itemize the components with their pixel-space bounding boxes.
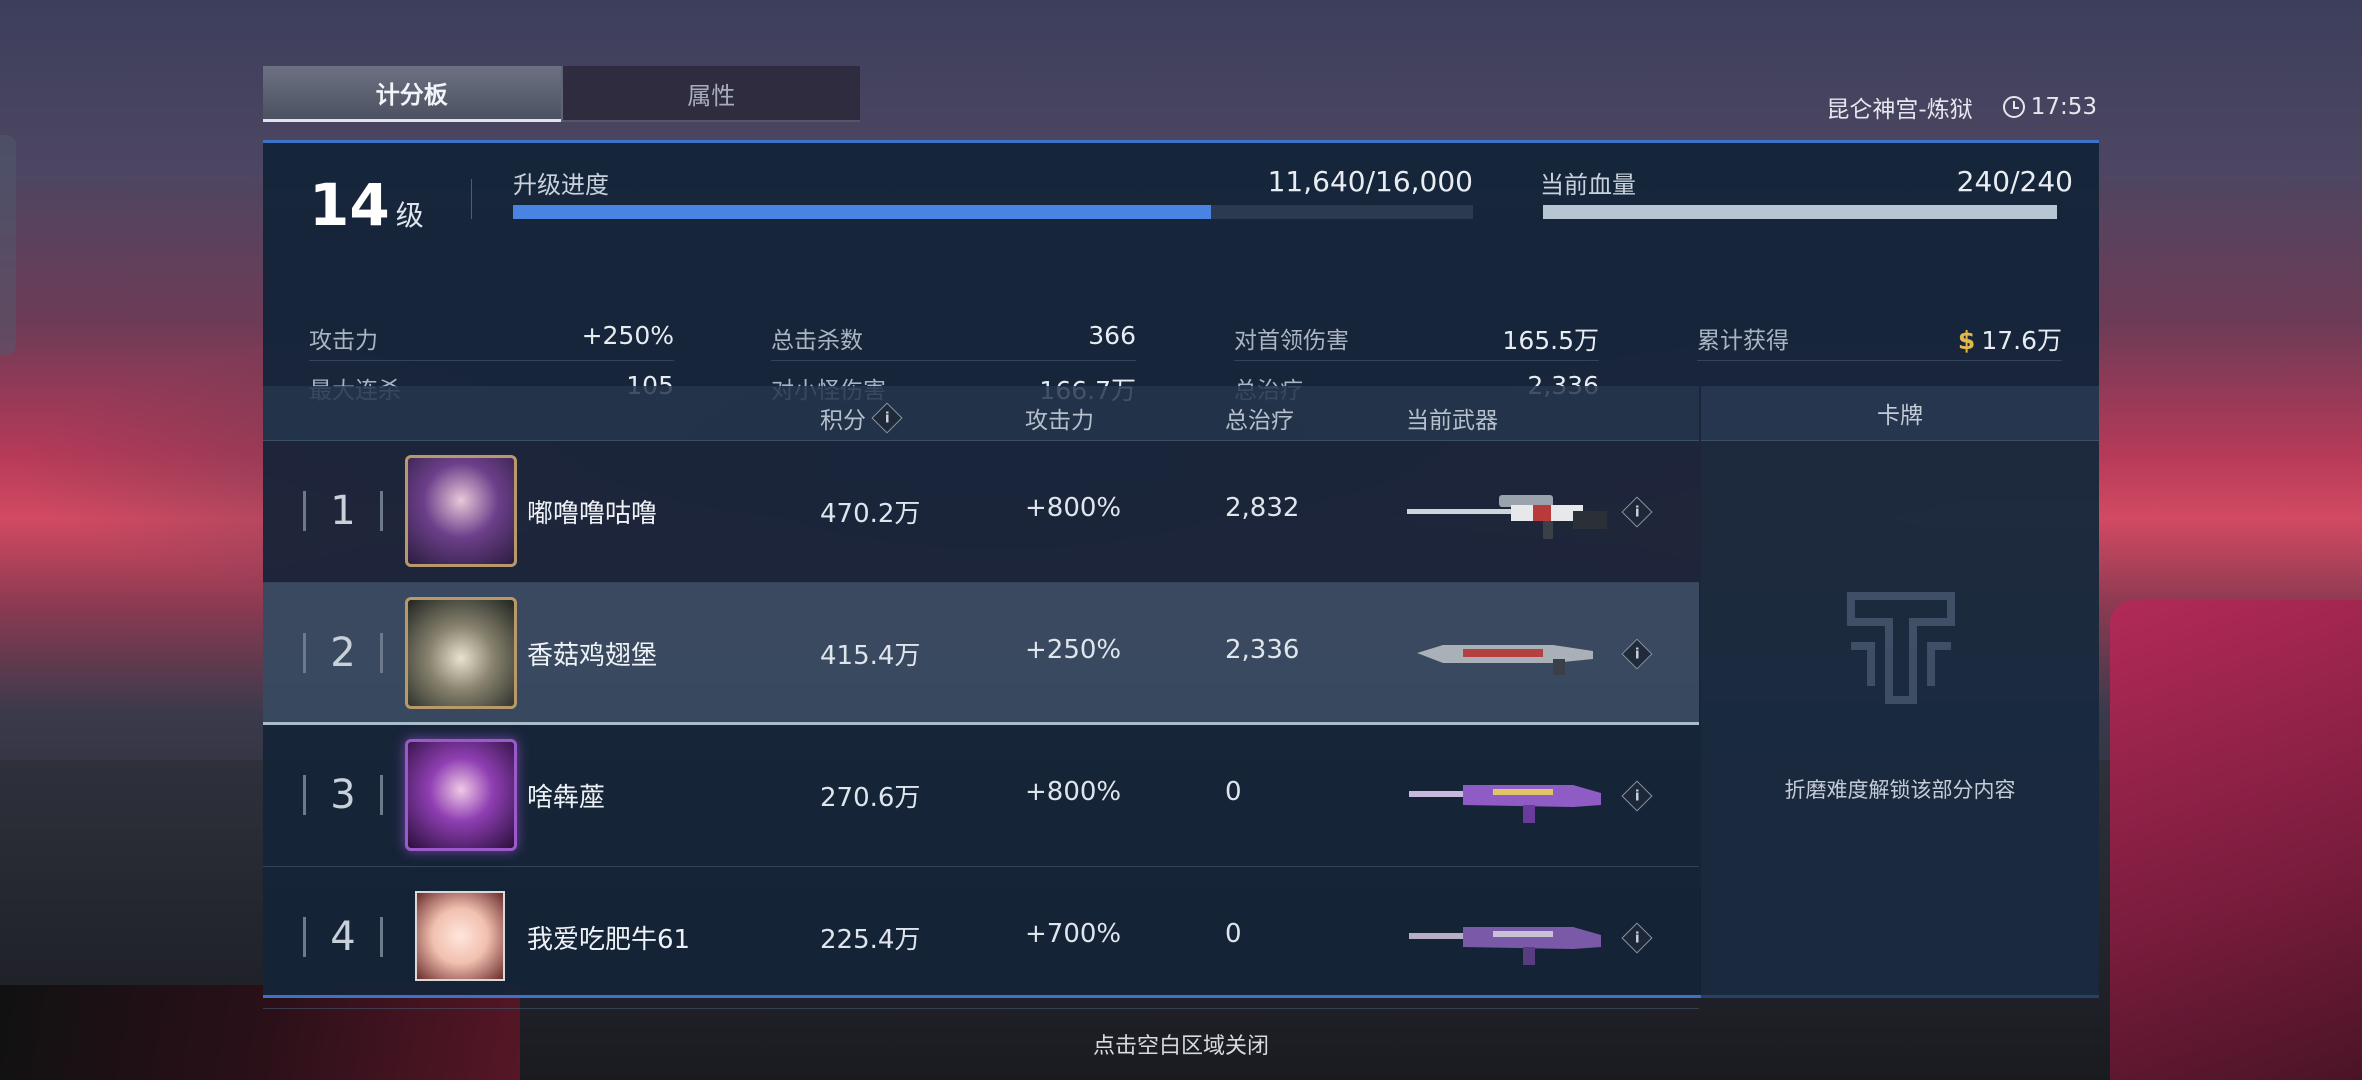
scoreboard-panel: 14 级 升级进度 11,640/16,000 当前血量 240/240 攻击力…	[263, 140, 2099, 1009]
header-attack: 攻击力	[1025, 408, 1094, 434]
table-row[interactable]: 4 我爱吃肥牛61 225.4万 +700% 0 i	[263, 867, 1699, 1009]
avatar[interactable]	[405, 597, 517, 709]
stat-value: +250%	[581, 321, 674, 350]
table-row[interactable]: 2 香菇鸡翅堡 415.4万 +250% 2,336 i	[263, 583, 1699, 725]
player-score: 415.4万	[820, 641, 921, 671]
table-header: 积分 i 攻击力 总治疗 当前武器	[263, 386, 1699, 441]
table-row[interactable]: 1 嘟噜噜咕噜 470.2万 +800% 2,832 i	[263, 441, 1699, 583]
stat-value: 366	[1088, 321, 1136, 350]
divider	[471, 179, 472, 219]
stat-label: 总击杀数	[771, 328, 863, 354]
tab-attributes[interactable]: 属性	[560, 66, 860, 122]
hp-value: 240/240	[1956, 165, 2073, 198]
info-icon[interactable]: i	[871, 402, 903, 434]
info-glyph: i	[1634, 646, 1640, 662]
rank-number: 1	[303, 471, 383, 551]
stat-label: 累计获得	[1697, 328, 1789, 354]
stat-boss-damage: 对首领伤害 165.5万	[1234, 311, 1599, 361]
hp-bar	[1543, 205, 2057, 219]
hp-label: 当前血量	[1540, 171, 1636, 199]
player-attack: +800%	[1025, 493, 1122, 523]
player-name: 嘟噜噜咕噜	[527, 499, 658, 529]
assault-rifle-icon	[1409, 785, 1601, 823]
avatar[interactable]	[405, 739, 517, 851]
progress-bar	[513, 205, 1473, 219]
player-healing: 2,832	[1225, 493, 1300, 523]
stat-attack: 攻击力 +250%	[309, 311, 674, 361]
player-attack: +800%	[1025, 777, 1122, 807]
player-name: 我爱吃肥牛61	[527, 925, 691, 955]
stat-label: 对首领伤害	[1234, 328, 1349, 354]
clock-icon	[2002, 96, 2025, 118]
close-hint[interactable]: 点击空白区域关闭	[0, 1028, 2362, 1060]
stat-total-kills: 总击杀数 366	[771, 311, 1136, 361]
table-row[interactable]: 3 啥犇蓙 270.6万 +800% 0 i	[263, 725, 1699, 867]
currency-icon: $	[1957, 326, 1976, 355]
cards-locked-message: 折磨难度解锁该部分内容	[1784, 778, 2016, 802]
personal-summary: 14 级 升级进度 11,640/16,000 当前血量 240/240 攻击力…	[263, 143, 2099, 405]
level-number: 14	[309, 171, 390, 239]
player-list: 1 嘟噜噜咕噜 470.2万 +800% 2,832 i 2 香菇鸡翅堡 415…	[263, 441, 1699, 1009]
stat-value-wrap: $17.6万	[1958, 321, 2062, 357]
info-glyph: i	[1634, 930, 1640, 946]
stat-label: 攻击力	[309, 328, 378, 354]
rank-number: 3	[303, 755, 383, 835]
match-info: 昆仑神宫-炼狱 17:53	[1826, 90, 2097, 124]
match-clock: 17:53	[2002, 94, 2097, 120]
assault-rifle-icon	[1409, 927, 1601, 965]
avatar[interactable]	[405, 455, 517, 567]
progress-bar-fill	[513, 205, 1212, 219]
rank-number: 4	[303, 897, 383, 977]
stat-total-earned: 累计获得 $17.6万	[1697, 311, 2062, 361]
weapon-info-icon[interactable]: i	[1621, 638, 1653, 670]
weapon-info-icon[interactable]: i	[1621, 496, 1653, 528]
player-level: 14 级	[309, 171, 424, 239]
header-score-label: 积分	[820, 408, 866, 434]
weapon-info-icon[interactable]: i	[1621, 780, 1653, 812]
weapon-info-icon[interactable]: i	[1621, 922, 1653, 954]
player-name: 香菇鸡翅堡	[527, 641, 658, 671]
info-glyph: i	[884, 410, 890, 426]
sniper-rifle-icon	[1407, 495, 1607, 539]
header-healing: 总治疗	[1225, 408, 1294, 434]
header-weapon: 当前武器	[1406, 408, 1498, 434]
info-glyph: i	[1634, 504, 1640, 520]
player-score: 270.6万	[820, 783, 921, 813]
avatar[interactable]	[415, 891, 505, 981]
player-score: 470.2万	[820, 499, 921, 529]
info-glyph: i	[1634, 788, 1640, 804]
game-logo-icon	[1847, 592, 1955, 704]
player-healing: 0	[1225, 777, 1242, 807]
cards-header: 卡牌	[1701, 386, 2099, 441]
background-weapon-right	[2110, 600, 2362, 1080]
map-name: 昆仑神宫-炼狱	[1826, 97, 1973, 123]
cards-panel: 折磨难度解锁该部分内容	[1701, 441, 2099, 998]
side-drawer-handle[interactable]	[0, 135, 16, 355]
player-score: 225.4万	[820, 925, 921, 955]
stat-value: 165.5万	[1502, 326, 1599, 355]
player-attack: +700%	[1025, 919, 1122, 949]
tab-scoreboard[interactable]: 计分板	[263, 66, 561, 122]
hp-bar-fill	[1543, 205, 2057, 219]
stat-value: 17.6万	[1981, 326, 2062, 355]
player-healing: 0	[1225, 919, 1242, 949]
player-name: 啥犇蓙	[527, 783, 606, 813]
rifle-icon	[1417, 645, 1593, 675]
progress-value: 11,640/16,000	[1267, 165, 1473, 198]
progress-label: 升级进度	[513, 171, 609, 199]
header-score: 积分 i	[820, 401, 903, 435]
tab-bar: 计分板 属性	[263, 66, 860, 122]
player-attack: +250%	[1025, 635, 1122, 665]
match-time: 17:53	[2030, 94, 2097, 120]
player-healing: 2,336	[1225, 635, 1300, 665]
rank-number: 2	[303, 613, 383, 693]
level-unit: 级	[395, 199, 424, 232]
